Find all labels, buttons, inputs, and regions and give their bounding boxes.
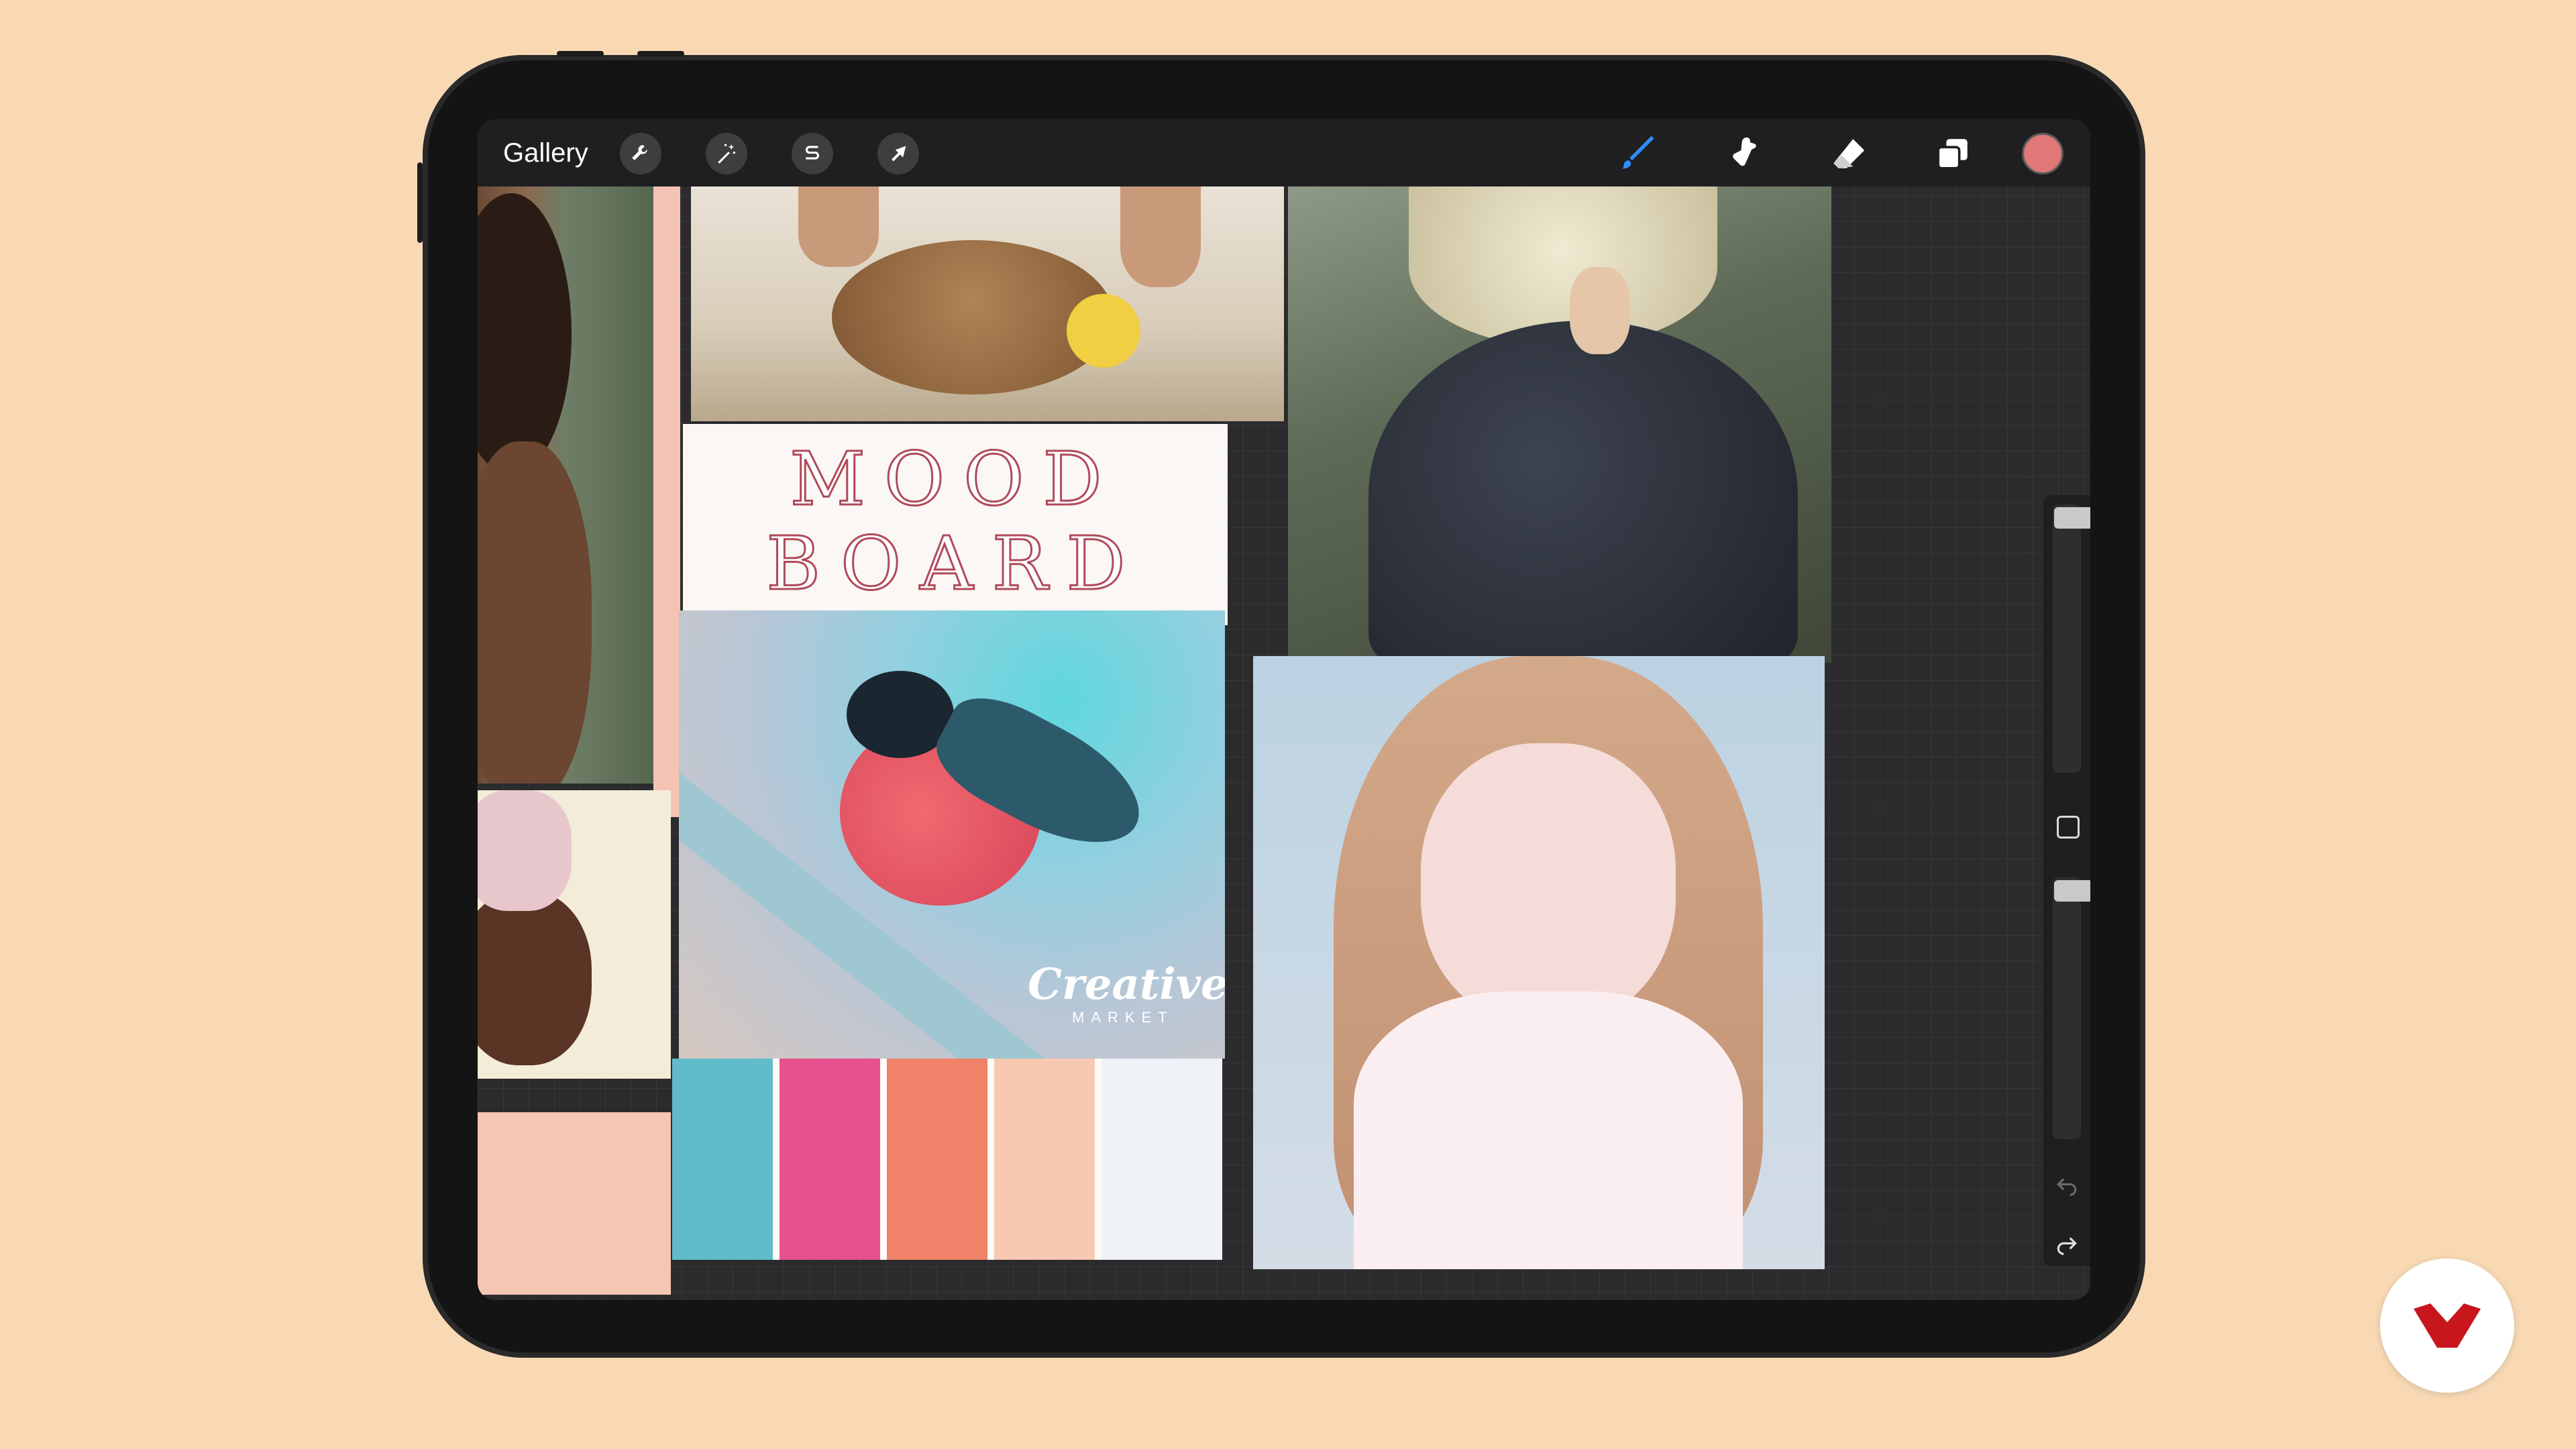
- mood-board-title-line1: MOOD: [789, 435, 1121, 523]
- photo-bullfinch-bird: Creative MARKET: [679, 610, 1225, 1059]
- pink-paper-strip: [653, 186, 680, 817]
- procreate-screen: MOOD BOARD Creative MARKET Gallery: [478, 119, 2090, 1300]
- photo-painting-woman: [1288, 186, 1831, 663]
- palette-swatch: [780, 1059, 880, 1260]
- photo-woman-portrait: [478, 790, 671, 1079]
- brush-size-slider[interactable]: [2053, 504, 2090, 773]
- selection-button[interactable]: [792, 133, 833, 174]
- hardware-button: [417, 162, 423, 243]
- layers-icon: [1937, 139, 1968, 170]
- color-picker-button[interactable]: [2022, 133, 2063, 174]
- adjustments-button[interactable]: [706, 133, 747, 174]
- smudge-button[interactable]: [1720, 131, 1767, 176]
- layers-button[interactable]: [1929, 131, 1976, 176]
- eyedropper-button[interactable]: [2057, 816, 2080, 839]
- photo-curly-hair-woman: [478, 186, 653, 784]
- eraser-button[interactable]: [1825, 131, 1872, 176]
- watermark-subtext: MARKET: [1072, 1009, 1174, 1026]
- brand-logo-icon: [2414, 1303, 2481, 1348]
- gallery-button[interactable]: Gallery: [503, 119, 588, 186]
- redo-icon[interactable]: [2054, 1232, 2080, 1257]
- palette-swatch: [1102, 1059, 1222, 1260]
- mood-board-title-line2: BOARD: [765, 520, 1144, 608]
- eraser-icon: [1833, 139, 1865, 168]
- transform-button[interactable]: [877, 133, 919, 174]
- hardware-button: [637, 51, 684, 56]
- palette-swatch: [887, 1059, 987, 1260]
- photo-bread-table: [691, 186, 1284, 421]
- smudge-icon: [1733, 137, 1756, 166]
- watermark-text: Creative: [1028, 959, 1225, 1010]
- brush-sidebar: [2043, 495, 2090, 1267]
- brush-button[interactable]: [1615, 131, 1662, 176]
- brush-size-thumb[interactable]: [2054, 507, 2090, 529]
- undo-icon[interactable]: [2054, 1173, 2080, 1198]
- arrow-cursor-icon: [892, 146, 906, 162]
- opacity-slider[interactable]: [2053, 877, 2090, 1139]
- actions-button[interactable]: [620, 133, 661, 174]
- mood-board-title-card: MOOD BOARD: [683, 424, 1228, 625]
- color-palette-strip: [672, 1059, 1222, 1260]
- palette-swatch: [672, 1059, 773, 1260]
- palette-swatch: [994, 1059, 1095, 1260]
- pink-paper-block: [478, 1112, 671, 1295]
- wrench-icon: [632, 145, 647, 160]
- illustration-blonde-girl: [1253, 656, 1825, 1269]
- magic-wand-icon: [718, 144, 736, 164]
- brand-logo: [2380, 1258, 2514, 1393]
- top-toolbar: Gallery: [478, 119, 2090, 186]
- opacity-thumb[interactable]: [2054, 880, 2090, 902]
- hardware-button: [557, 51, 604, 56]
- selection-s-icon: [805, 146, 820, 160]
- brush-icon: [1622, 136, 1654, 169]
- canvas[interactable]: MOOD BOARD Creative MARKET: [478, 186, 2090, 1300]
